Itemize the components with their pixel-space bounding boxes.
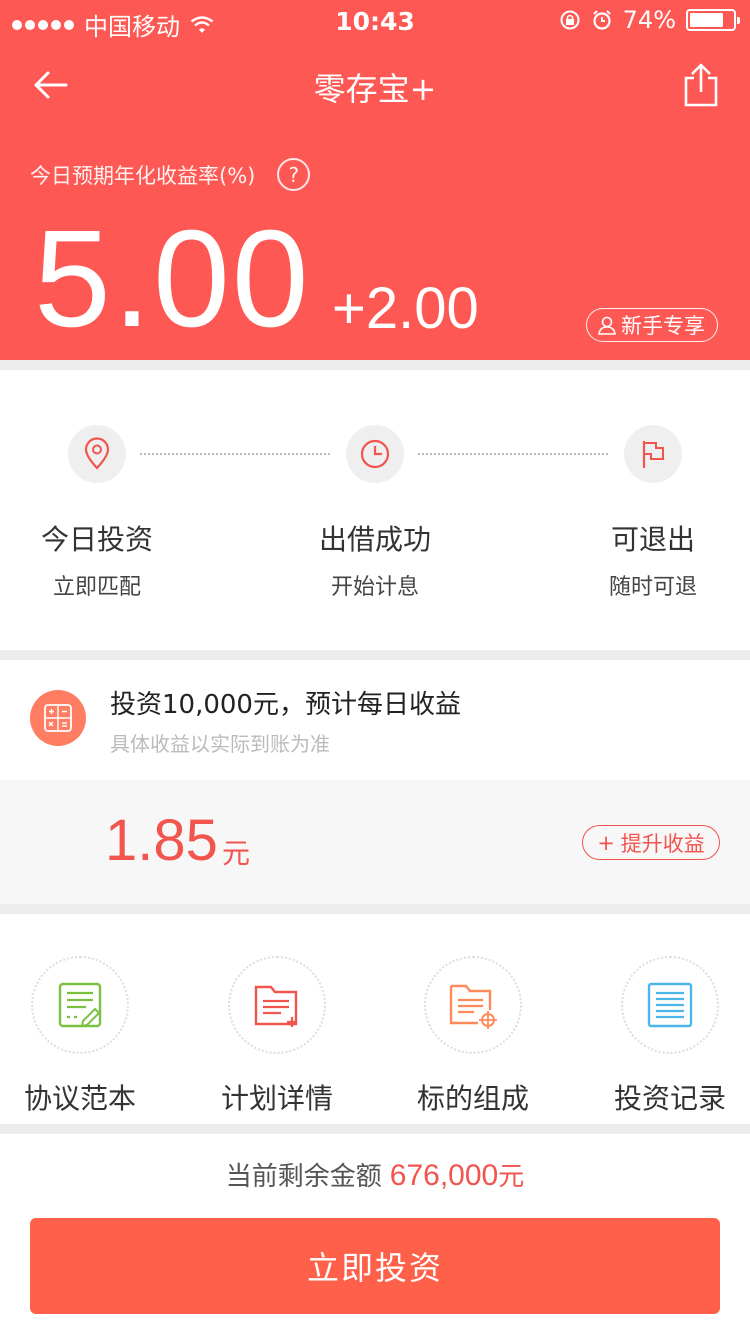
section-divider [0,904,750,914]
plan-folder-icon[interactable] [228,956,326,1054]
user-icon [598,316,616,335]
share-icon[interactable] [680,62,722,108]
remaining-unit: 元 [498,1162,525,1192]
agreement-doc-icon[interactable] [31,956,129,1054]
newbie-badge-label: 新手专享 [621,314,705,338]
rate-bonus: +2.00 [332,276,479,341]
remaining-value: 676,000 [389,1159,499,1192]
plus-icon: + [597,830,615,855]
remaining-label: 当前剩余金额 [225,1162,382,1192]
header: 中国移动 10:43 74% 零存宝+ 今日预期年化收益率(%) ? 5.00 … [0,0,750,360]
alarm-icon [592,10,611,30]
step-subtitle: 立即匹配 [52,575,141,600]
calculator-note: 具体收益以实际到账为准 [110,732,330,756]
daily-earnings-value: 1.85 [105,808,218,873]
step-connector [140,453,330,455]
clock-icon [346,425,404,483]
link-agreement[interactable]: 协议范本 [0,1077,170,1117]
rate-label-text: 今日预期年化收益率(%) [30,163,256,188]
help-icon[interactable]: ? [277,158,311,191]
battery-percent: 74% [622,6,676,34]
nav-bar: 零存宝+ [0,50,750,120]
calculator-title: 投资10,000元，预计每日收益 [110,690,461,720]
target-folder-icon[interactable] [424,956,522,1054]
step-title: 可退出 [610,523,695,556]
step-subtitle: 随时可退 [608,575,697,600]
status-right: 74% [559,6,740,34]
page-title: 零存宝+ [313,70,437,108]
newbie-badge: 新手专享 [586,308,718,342]
link-investment-records[interactable]: 投资记录 [580,1077,750,1117]
boost-earnings-label: 提升收益 [620,831,705,856]
step-connector [418,453,608,455]
section-divider [0,650,750,660]
step-title: 今日投资 [40,523,153,556]
record-list-icon[interactable] [621,956,719,1054]
rate-label: 今日预期年化收益率(%) ? [30,158,311,191]
flag-icon [624,425,682,483]
link-target-composition[interactable]: 标的组成 [383,1077,563,1117]
rate-value: 5.00 [34,202,311,356]
battery-icon [686,9,740,31]
rotation-lock-icon [560,10,580,30]
step-subtitle: 开始计息 [330,575,419,600]
process-steps [0,370,750,650]
status-bar: 中国移动 10:43 74% [0,0,750,41]
calculator-icon [30,690,86,746]
section-divider [0,360,750,370]
invest-now-button[interactable]: 立即投资 [30,1218,720,1314]
boost-earnings-button[interactable]: + 提升收益 [582,825,720,860]
section-divider [0,1124,750,1134]
remaining-amount: 当前剩余金额 676,000元 [0,1156,750,1193]
daily-earnings-unit: 元 [222,837,251,870]
step-title: 出借成功 [318,523,431,556]
location-pin-icon [68,425,126,483]
link-plan-details[interactable]: 计划详情 [187,1077,367,1117]
